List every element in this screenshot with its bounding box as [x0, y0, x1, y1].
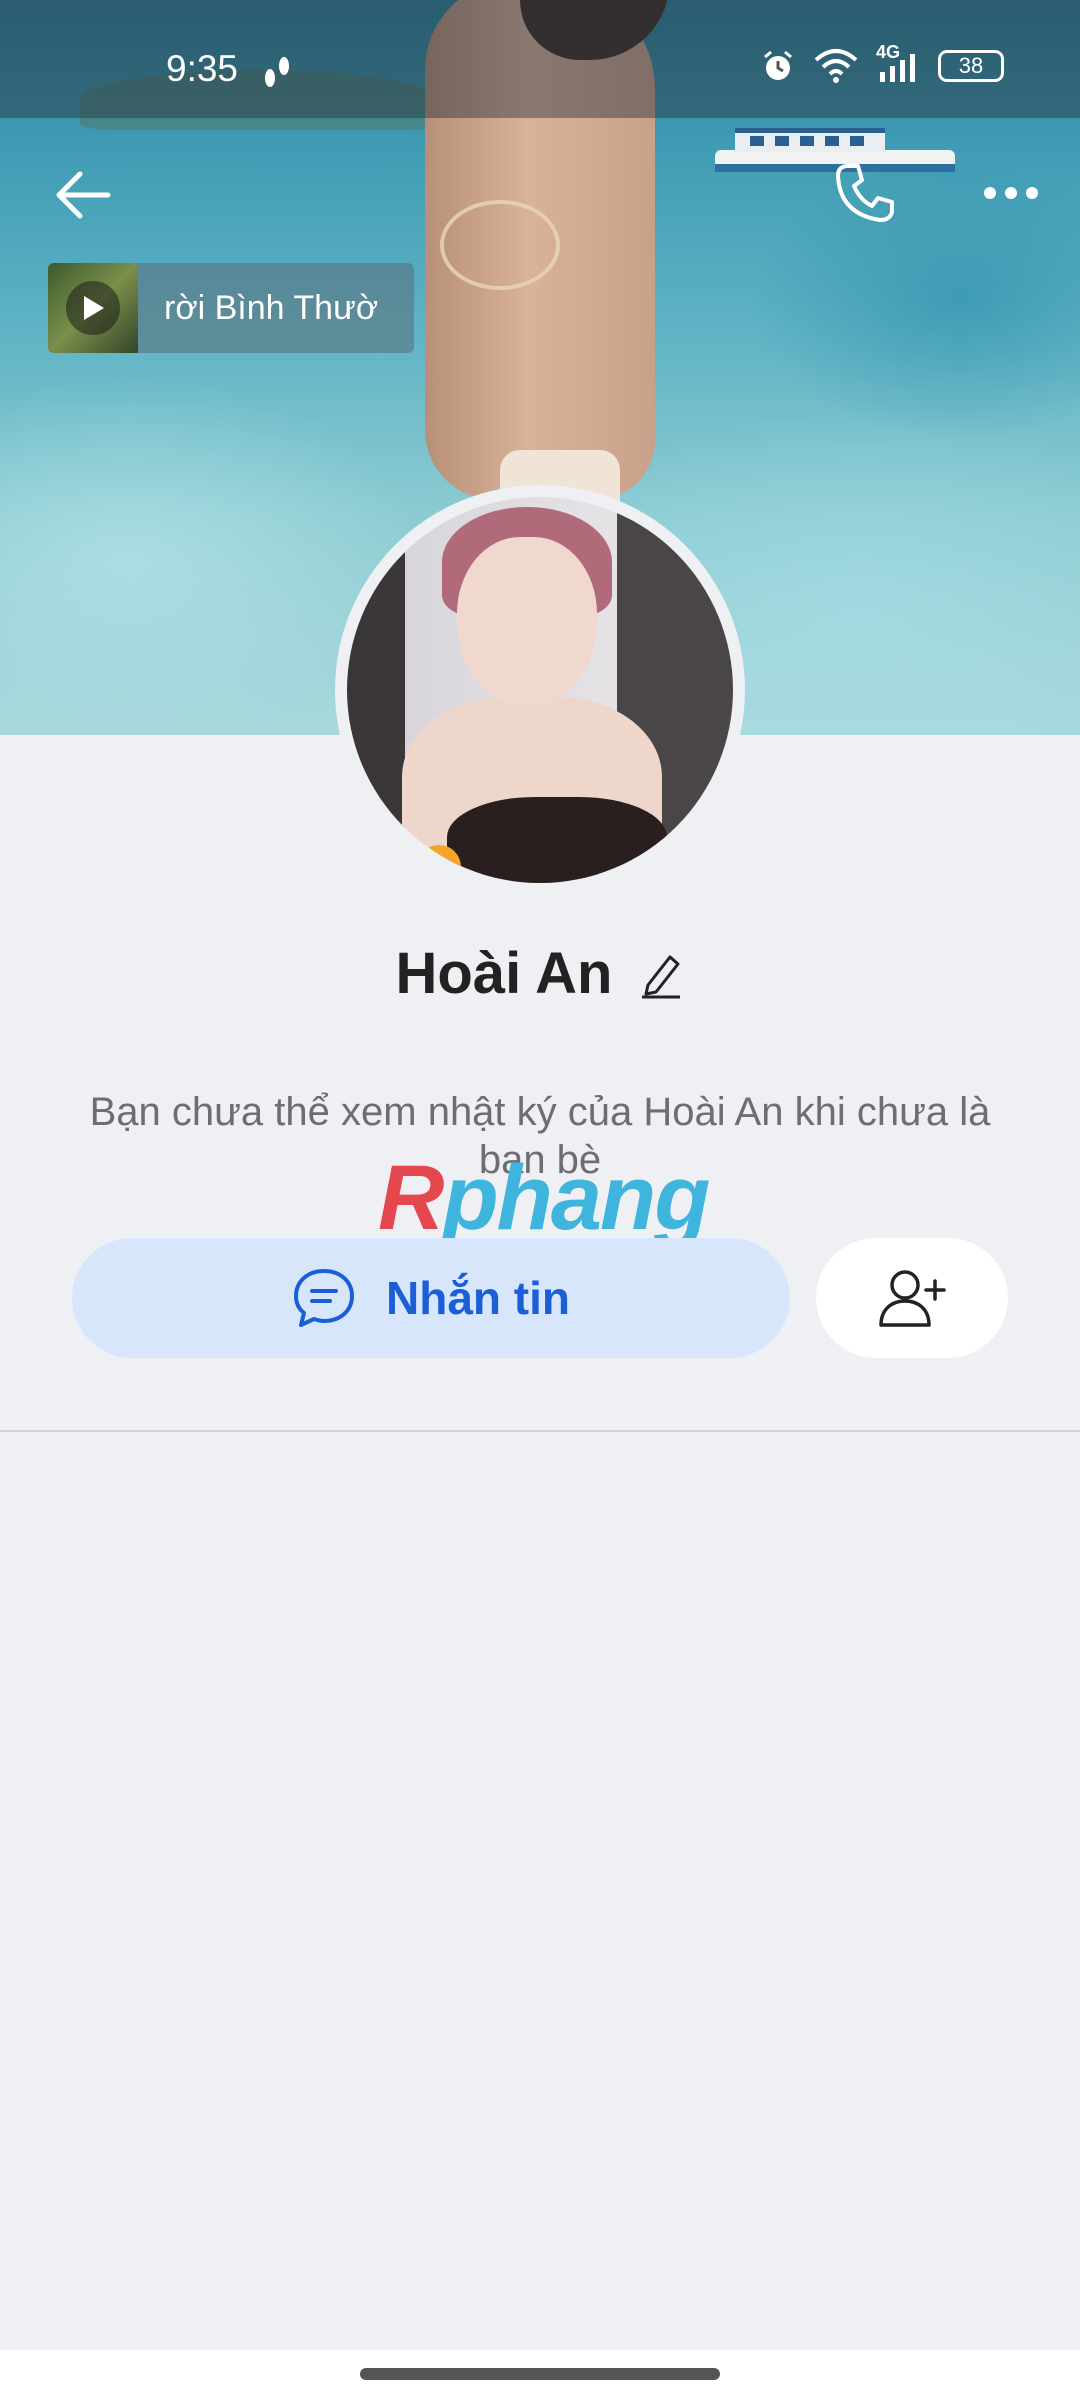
status-bar: 9:35 4G 38	[0, 0, 1080, 118]
chat-bubble-icon	[294, 1269, 354, 1327]
status-icons: 4G 38	[760, 42, 1004, 84]
music-thumbnail	[48, 263, 138, 353]
watermark-first: R	[378, 1147, 444, 1249]
watermark-rest: phang	[442, 1147, 710, 1249]
more-horizontal-icon[interactable]	[976, 168, 1046, 218]
profile-music-chip[interactable]: rời Bình Thườ	[48, 263, 414, 353]
avatar-face	[457, 537, 597, 707]
battery-indicator: 38	[938, 50, 1004, 82]
section-divider	[0, 1430, 1080, 1432]
message-label: Nhắn tin	[386, 1272, 570, 1324]
signal-indicator: 4G	[876, 42, 920, 84]
music-title: rời Bình Thườ	[164, 288, 379, 327]
message-button[interactable]: Nhắn tin	[72, 1238, 790, 1358]
add-friend-button[interactable]	[816, 1238, 1008, 1358]
signal-icon	[880, 54, 915, 82]
alarm-icon	[764, 50, 792, 80]
avatar-badge	[417, 845, 461, 883]
footsteps-icon	[265, 57, 289, 87]
avatar-top	[447, 797, 667, 883]
play-icon[interactable]	[66, 281, 120, 335]
wifi-icon	[814, 49, 858, 83]
status-time: 9:35	[166, 48, 239, 89]
avatar-image	[347, 497, 733, 883]
avatar[interactable]	[335, 485, 745, 895]
home-indicator[interactable]	[360, 2368, 720, 2380]
back-arrow-icon[interactable]	[48, 160, 118, 230]
pencil-icon[interactable]	[638, 949, 684, 999]
profile-name-row: Hoài An	[0, 940, 1080, 1007]
battery-level: 38	[958, 53, 984, 78]
cover-figure-top	[440, 200, 560, 290]
user-plus-icon	[879, 1270, 946, 1327]
phone-icon[interactable]	[830, 158, 900, 228]
profile-name: Hoài An	[395, 941, 613, 1006]
watermark-logo: Rphang	[378, 1152, 710, 1244]
